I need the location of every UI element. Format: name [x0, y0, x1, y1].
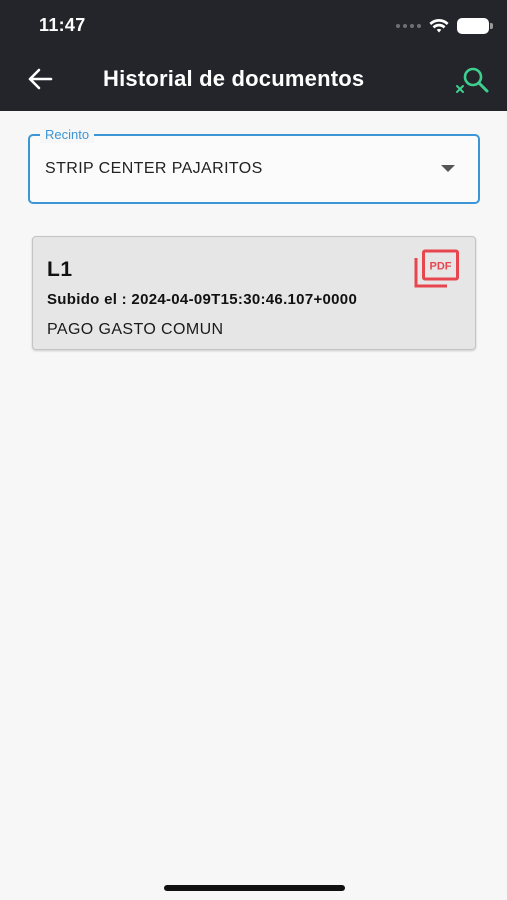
screen: 11:47 Historial de documentos Recinto ST…: [0, 0, 507, 900]
wifi-icon: [429, 19, 449, 33]
document-uploaded-date: Subido el : 2024-04-09T15:30:46.107+0000: [47, 291, 358, 308]
battery-icon: [457, 18, 493, 34]
document-title: L1: [47, 258, 73, 281]
back-button[interactable]: [24, 63, 56, 95]
pdf-file-icon: PDF: [414, 249, 459, 288]
page-title: Historial de documentos: [103, 66, 365, 91]
recinto-label: Recinto: [40, 127, 95, 143]
status-icons: [396, 16, 493, 36]
chevron-down-icon: [441, 165, 455, 172]
pdf-icon-label: PDF: [430, 261, 452, 273]
document-description: PAGO GASTO COMUN: [47, 321, 224, 338]
recinto-value: STRIP CENTER PAJARITOS: [45, 160, 263, 177]
cellular-signal-icon: [396, 24, 421, 28]
top-bar: 11:47 Historial de documentos: [0, 0, 507, 111]
document-card[interactable]: L1 Subido el : 2024-04-09T15:30:46.107+0…: [32, 236, 476, 350]
home-indicator: [164, 885, 345, 891]
arrow-left-icon: [28, 68, 53, 90]
search-button[interactable]: [452, 62, 492, 98]
search-clear-icon: [456, 67, 489, 93]
recinto-dropdown[interactable]: Recinto STRIP CENTER PAJARITOS: [28, 127, 480, 204]
status-time: 11:47: [39, 15, 86, 35]
open-pdf-button[interactable]: PDF: [413, 249, 461, 289]
